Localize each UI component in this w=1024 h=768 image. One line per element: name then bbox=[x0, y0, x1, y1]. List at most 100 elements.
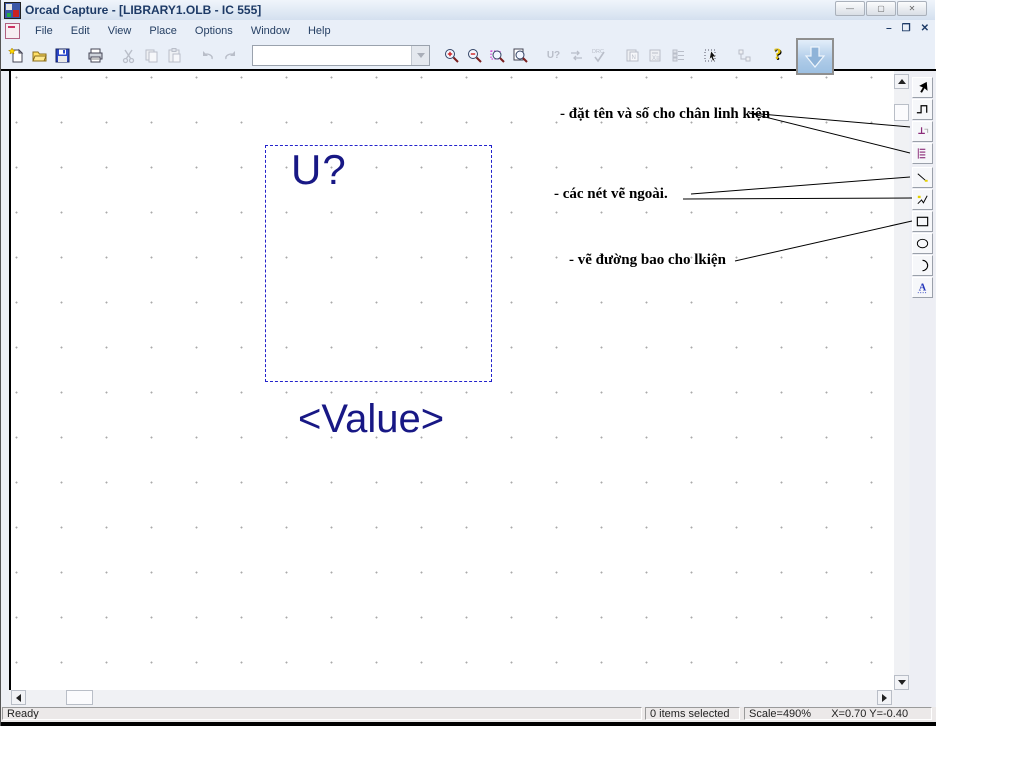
drc-check-icon: DRC bbox=[592, 49, 605, 62]
netlist-button[interactable]: N bbox=[621, 43, 644, 67]
combo-dropdown-icon[interactable] bbox=[411, 45, 429, 65]
scroll-up-button[interactable] bbox=[894, 74, 909, 89]
zoom-out-button[interactable] bbox=[463, 43, 486, 67]
status-ready: Ready bbox=[2, 707, 642, 720]
status-bar: Ready 0 items selected Scale=490% X=0.70… bbox=[1, 707, 936, 722]
snap-to-grid-icon bbox=[704, 49, 717, 61]
scroll-down-button[interactable] bbox=[894, 675, 909, 690]
menu-window[interactable]: Window bbox=[242, 23, 299, 39]
down-arrow-icon bbox=[804, 45, 826, 68]
back-annotate-button[interactable] bbox=[565, 43, 588, 67]
part-combo[interactable] bbox=[252, 44, 430, 66]
open-button[interactable] bbox=[28, 43, 51, 67]
place-ellipse-tool-button[interactable] bbox=[912, 233, 933, 254]
zoom-out-icon bbox=[468, 48, 482, 63]
horizontal-scroll-thumb[interactable] bbox=[66, 690, 93, 705]
child-restore-button[interactable]: ❐ bbox=[902, 23, 911, 34]
menu-edit[interactable]: Edit bbox=[62, 23, 99, 39]
text-icon: A bbox=[917, 282, 928, 293]
place-text-tool-button[interactable]: A bbox=[912, 277, 933, 298]
window-title: Orcad Capture - [LIBRARY1.OLB - IC 555] bbox=[25, 3, 262, 17]
pin-array-icon bbox=[917, 148, 926, 159]
place-arc-tool-button[interactable] bbox=[912, 255, 933, 276]
menu-view[interactable]: View bbox=[99, 23, 141, 39]
place-polyline-tool-button[interactable] bbox=[912, 189, 933, 210]
pin-icon bbox=[918, 127, 929, 134]
child-close-button[interactable]: ✕ bbox=[921, 23, 929, 34]
redo-button[interactable] bbox=[219, 43, 242, 67]
bom-button[interactable] bbox=[667, 43, 690, 67]
part-value-label[interactable]: <Value> bbox=[298, 397, 444, 442]
maximize-button[interactable]: ▢ bbox=[866, 1, 896, 16]
floating-scroll-down-button[interactable] bbox=[796, 38, 834, 75]
print-button[interactable] bbox=[84, 43, 107, 67]
child-minimize-button[interactable]: – bbox=[886, 23, 892, 34]
help-button[interactable]: ? bbox=[766, 43, 789, 67]
annotation-outline-drawing: - vẽ đường bao cho lkiện bbox=[569, 252, 726, 268]
status-selection: 0 items selected bbox=[645, 707, 740, 720]
document-icon bbox=[5, 22, 20, 39]
ellipse-icon bbox=[916, 238, 929, 249]
open-folder-icon bbox=[32, 51, 47, 61]
status-scale: Scale=490% bbox=[749, 708, 812, 720]
paste-button[interactable] bbox=[163, 43, 186, 67]
part-combo-input[interactable] bbox=[253, 45, 411, 65]
zoom-all-icon bbox=[513, 48, 528, 63]
undo-icon bbox=[203, 50, 213, 59]
part-body-outline[interactable] bbox=[265, 145, 492, 382]
annotation-outer-strokes: - các nét vẽ ngoài. bbox=[554, 186, 668, 202]
menu-file[interactable]: File bbox=[26, 23, 62, 39]
orcad-capture-window: Orcad Capture - [LIBRARY1.OLB - IC 555] … bbox=[0, 0, 936, 726]
hierarchy-button[interactable] bbox=[733, 43, 756, 67]
snap-to-grid-button[interactable] bbox=[700, 43, 723, 67]
minimize-button[interactable]: — bbox=[835, 1, 865, 16]
redo-icon bbox=[225, 50, 235, 59]
schematic-canvas[interactable]: U? <Value> - đặt tên và số cho chân linh… bbox=[9, 71, 894, 690]
scroll-right-button[interactable] bbox=[877, 690, 892, 705]
vertical-scrollbar[interactable] bbox=[894, 74, 909, 690]
cross-reference-button[interactable]: X≡ bbox=[644, 43, 667, 67]
save-button[interactable] bbox=[51, 43, 74, 67]
annotate-button[interactable]: U? bbox=[542, 43, 565, 67]
client-area: U? <Value> - đặt tên và số cho chân linh… bbox=[1, 71, 936, 707]
menu-place[interactable]: Place bbox=[140, 23, 186, 39]
place-line-tool-button[interactable] bbox=[912, 167, 933, 188]
cut-button[interactable] bbox=[117, 43, 140, 67]
place-rectangle-tool-button[interactable] bbox=[912, 211, 933, 232]
menu-bar: File Edit View Place Options Window Help… bbox=[1, 20, 935, 42]
undo-button[interactable] bbox=[196, 43, 219, 67]
status-scale-coords: Scale=490% X=0.70 Y=-0.40 bbox=[744, 707, 932, 720]
scroll-left-button[interactable] bbox=[11, 690, 26, 705]
copy-button[interactable] bbox=[140, 43, 163, 67]
printer-icon bbox=[88, 48, 103, 62]
menu-help[interactable]: Help bbox=[299, 23, 340, 39]
arc-icon bbox=[922, 259, 929, 272]
child-window-controls: – ❐ ✕ bbox=[886, 23, 929, 34]
cross-reference-icon: X≡ bbox=[649, 49, 661, 62]
hierarchy-icon bbox=[738, 49, 751, 61]
select-tool-button[interactable] bbox=[912, 77, 933, 98]
window-bottom-border bbox=[1, 722, 936, 726]
rectangle-icon bbox=[916, 216, 929, 227]
ieee-symbol-tool-button[interactable] bbox=[912, 99, 933, 120]
line-icon bbox=[917, 173, 928, 182]
zoom-all-button[interactable] bbox=[509, 43, 532, 67]
zoom-in-button[interactable] bbox=[440, 43, 463, 67]
zoom-area-button[interactable] bbox=[486, 43, 509, 67]
scissors-icon bbox=[122, 49, 135, 63]
place-pin-tool-button[interactable] bbox=[912, 121, 933, 142]
drc-button[interactable]: DRC bbox=[588, 43, 611, 67]
close-button[interactable]: ✕ bbox=[897, 1, 927, 16]
vertical-scroll-thumb[interactable] bbox=[894, 104, 909, 121]
horizontal-scrollbar[interactable] bbox=[9, 690, 894, 706]
zoom-area-icon bbox=[490, 50, 505, 63]
title-bar: Orcad Capture - [LIBRARY1.OLB - IC 555] … bbox=[1, 0, 935, 20]
bill-of-materials-icon bbox=[672, 49, 684, 61]
menu-options[interactable]: Options bbox=[186, 23, 242, 39]
place-pin-array-tool-button[interactable] bbox=[912, 143, 933, 164]
zoom-in-icon bbox=[445, 48, 459, 63]
status-coordinates: X=0.70 Y=-0.40 bbox=[831, 708, 909, 720]
new-button[interactable] bbox=[5, 43, 28, 67]
app-icon bbox=[4, 1, 21, 19]
back-annotate-icon bbox=[571, 50, 582, 60]
